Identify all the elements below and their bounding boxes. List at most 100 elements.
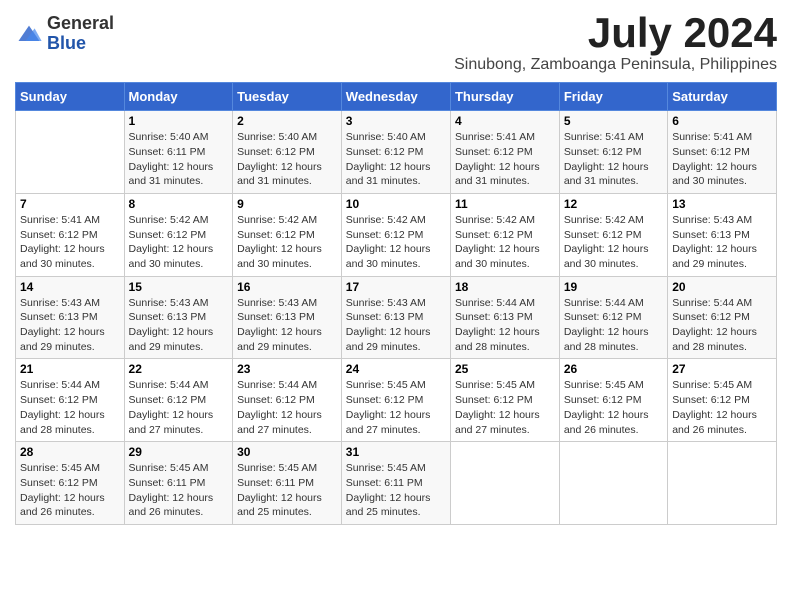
- day-number: 18: [455, 280, 555, 294]
- calendar-cell: 19 Sunrise: 5:44 AMSunset: 6:12 PMDayligh…: [559, 276, 667, 359]
- day-info: Sunrise: 5:44 AMSunset: 6:12 PMDaylight:…: [564, 296, 663, 355]
- calendar-cell: 15 Sunrise: 5:43 AMSunset: 6:13 PMDayligh…: [124, 276, 233, 359]
- calendar-table: SundayMondayTuesdayWednesdayThursdayFrid…: [15, 82, 777, 525]
- calendar-cell: [450, 442, 559, 525]
- calendar-cell: 21Sunrise: 5:44 AMSunset: 6:12 PMDayligh…: [16, 359, 125, 442]
- calendar-cell: [16, 111, 125, 194]
- calendar-header-row: SundayMondayTuesdayWednesdayThursdayFrid…: [16, 83, 777, 111]
- calendar-cell: 27 Sunrise: 5:45 AMSunset: 6:12 PMDayligh…: [668, 359, 777, 442]
- day-number: 14: [20, 280, 120, 294]
- day-info: Sunrise: 5:45 AMSunset: 6:12 PMDaylight:…: [564, 378, 663, 437]
- day-info: Sunrise: 5:42 AMSunset: 6:12 PMDaylight:…: [346, 213, 446, 272]
- header-day-saturday: Saturday: [668, 83, 777, 111]
- day-number: 9: [237, 197, 337, 211]
- day-info: Sunrise: 5:45 AMSunset: 6:12 PMDaylight:…: [20, 461, 120, 520]
- day-info: Sunrise: 5:42 AMSunset: 6:12 PMDaylight:…: [455, 213, 555, 272]
- day-number: 22: [129, 362, 229, 376]
- day-info: Sunrise: 5:42 AMSunset: 6:12 PMDaylight:…: [237, 213, 337, 272]
- day-number: 10: [346, 197, 446, 211]
- calendar-week-row: 21Sunrise: 5:44 AMSunset: 6:12 PMDayligh…: [16, 359, 777, 442]
- day-info: Sunrise: 5:43 AMSunset: 6:13 PMDaylight:…: [346, 296, 446, 355]
- calendar-cell: 26 Sunrise: 5:45 AMSunset: 6:12 PMDayligh…: [559, 359, 667, 442]
- calendar-cell: 14Sunrise: 5:43 AMSunset: 6:13 PMDayligh…: [16, 276, 125, 359]
- day-number: 20: [672, 280, 772, 294]
- day-info: Sunrise: 5:41 AMSunset: 6:12 PMDaylight:…: [20, 213, 120, 272]
- day-number: 31: [346, 445, 446, 459]
- calendar-week-row: 14 Sunrise: 5:43 AMSunset: 6:13 PMDayligh…: [16, 276, 777, 359]
- day-info: Sunrise: 5:44 AMSunset: 6:12 PMDaylight:…: [20, 378, 120, 437]
- logo-general-text: General: [47, 14, 114, 34]
- calendar-cell: 10 Sunrise: 5:42 AMSunset: 6:12 PMDayligh…: [341, 193, 450, 276]
- calendar-cell: 8Sunrise: 5:42 AMSunset: 6:12 PMDaylight…: [124, 193, 233, 276]
- day-info: Sunrise: 5:43 AMSunset: 6:13 PMDaylight:…: [129, 296, 229, 355]
- day-info: Sunrise: 5:44 AMSunset: 6:12 PMDaylight:…: [237, 378, 337, 437]
- day-number: 13: [672, 197, 772, 211]
- day-number: 23: [237, 362, 337, 376]
- day-info: Sunrise: 5:45 AMSunset: 6:12 PMDaylight:…: [672, 378, 772, 437]
- calendar-cell: 5 Sunrise: 5:41 AMSunset: 6:12 PMDaylight…: [559, 111, 667, 194]
- day-info: Sunrise: 5:45 AMSunset: 6:11 PMDaylight:…: [237, 461, 337, 520]
- day-number: 27: [672, 362, 772, 376]
- day-info: Sunrise: 5:45 AMSunset: 6:12 PMDaylight:…: [346, 378, 446, 437]
- calendar-cell: 17 Sunrise: 5:43 AMSunset: 6:13 PMDayligh…: [341, 276, 450, 359]
- day-number: 5: [564, 114, 663, 128]
- day-info: Sunrise: 5:40 AMSunset: 6:12 PMDaylight:…: [346, 130, 446, 189]
- calendar-week-row: 1Sunrise: 5:40 AMSunset: 6:11 PMDaylight…: [16, 111, 777, 194]
- day-number: 15: [129, 280, 229, 294]
- calendar-cell: 7Sunrise: 5:41 AMSunset: 6:12 PMDaylight…: [16, 193, 125, 276]
- header-day-sunday: Sunday: [16, 83, 125, 111]
- day-info: Sunrise: 5:45 AMSunset: 6:11 PMDaylight:…: [346, 461, 446, 520]
- month-title: July 2024: [454, 10, 777, 56]
- header-day-monday: Monday: [124, 83, 233, 111]
- day-number: 25: [455, 362, 555, 376]
- day-info: Sunrise: 5:44 AMSunset: 6:12 PMDaylight:…: [129, 378, 229, 437]
- calendar-week-row: 28Sunrise: 5:45 AMSunset: 6:12 PMDayligh…: [16, 442, 777, 525]
- header-day-thursday: Thursday: [450, 83, 559, 111]
- calendar-cell: 24 Sunrise: 5:45 AMSunset: 6:12 PMDayligh…: [341, 359, 450, 442]
- calendar-cell: 28Sunrise: 5:45 AMSunset: 6:12 PMDayligh…: [16, 442, 125, 525]
- day-info: Sunrise: 5:40 AMSunset: 6:12 PMDaylight:…: [237, 130, 337, 189]
- header-day-friday: Friday: [559, 83, 667, 111]
- day-info: Sunrise: 5:43 AMSunset: 6:13 PMDaylight:…: [672, 213, 772, 272]
- header-day-wednesday: Wednesday: [341, 83, 450, 111]
- day-number: 6: [672, 114, 772, 128]
- day-info: Sunrise: 5:41 AMSunset: 6:12 PMDaylight:…: [672, 130, 772, 189]
- day-number: 30: [237, 445, 337, 459]
- calendar-cell: [559, 442, 667, 525]
- day-number: 16: [237, 280, 337, 294]
- calendar-cell: 16Sunrise: 5:43 AMSunset: 6:13 PMDayligh…: [233, 276, 342, 359]
- calendar-cell: 25 Sunrise: 5:45 AMSunset: 6:12 PMDayligh…: [450, 359, 559, 442]
- day-info: Sunrise: 5:42 AMSunset: 6:12 PMDaylight:…: [129, 213, 229, 272]
- calendar-cell: 2 Sunrise: 5:40 AMSunset: 6:12 PMDaylight…: [233, 111, 342, 194]
- logo-blue-text: Blue: [47, 34, 114, 54]
- calendar-cell: 31 Sunrise: 5:45 AMSunset: 6:11 PMDayligh…: [341, 442, 450, 525]
- logo: General Blue: [15, 14, 114, 54]
- calendar-cell: 6 Sunrise: 5:41 AMSunset: 6:12 PMDaylight…: [668, 111, 777, 194]
- logo-icon: [15, 20, 43, 48]
- day-number: 17: [346, 280, 446, 294]
- calendar-cell: 18Sunrise: 5:44 AMSunset: 6:13 PMDayligh…: [450, 276, 559, 359]
- day-number: 24: [346, 362, 446, 376]
- calendar-week-row: 7Sunrise: 5:41 AMSunset: 6:12 PMDaylight…: [16, 193, 777, 276]
- calendar-cell: 29Sunrise: 5:45 AMSunset: 6:11 PMDayligh…: [124, 442, 233, 525]
- day-info: Sunrise: 5:40 AMSunset: 6:11 PMDaylight:…: [129, 130, 229, 189]
- calendar-cell: 23 Sunrise: 5:44 AMSunset: 6:12 PMDayligh…: [233, 359, 342, 442]
- calendar-cell: 22 Sunrise: 5:44 AMSunset: 6:12 PMDayligh…: [124, 359, 233, 442]
- day-number: 29: [129, 445, 229, 459]
- calendar-cell: 12Sunrise: 5:42 AMSunset: 6:12 PMDayligh…: [559, 193, 667, 276]
- day-number: 2: [237, 114, 337, 128]
- calendar-cell: 20Sunrise: 5:44 AMSunset: 6:12 PMDayligh…: [668, 276, 777, 359]
- day-info: Sunrise: 5:45 AMSunset: 6:12 PMDaylight:…: [455, 378, 555, 437]
- calendar-cell: 11 Sunrise: 5:42 AMSunset: 6:12 PMDayligh…: [450, 193, 559, 276]
- day-info: Sunrise: 5:41 AMSunset: 6:12 PMDaylight:…: [455, 130, 555, 189]
- day-number: 19: [564, 280, 663, 294]
- page-header: General Blue July 2024 Sinubong, Zamboan…: [15, 10, 777, 74]
- calendar-cell: 30 Sunrise: 5:45 AMSunset: 6:11 PMDayligh…: [233, 442, 342, 525]
- calendar-cell: 1Sunrise: 5:40 AMSunset: 6:11 PMDaylight…: [124, 111, 233, 194]
- day-number: 26: [564, 362, 663, 376]
- header-day-tuesday: Tuesday: [233, 83, 342, 111]
- day-info: Sunrise: 5:41 AMSunset: 6:12 PMDaylight:…: [564, 130, 663, 189]
- day-info: Sunrise: 5:42 AMSunset: 6:12 PMDaylight:…: [564, 213, 663, 272]
- day-number: 11: [455, 197, 555, 211]
- day-number: 3: [346, 114, 446, 128]
